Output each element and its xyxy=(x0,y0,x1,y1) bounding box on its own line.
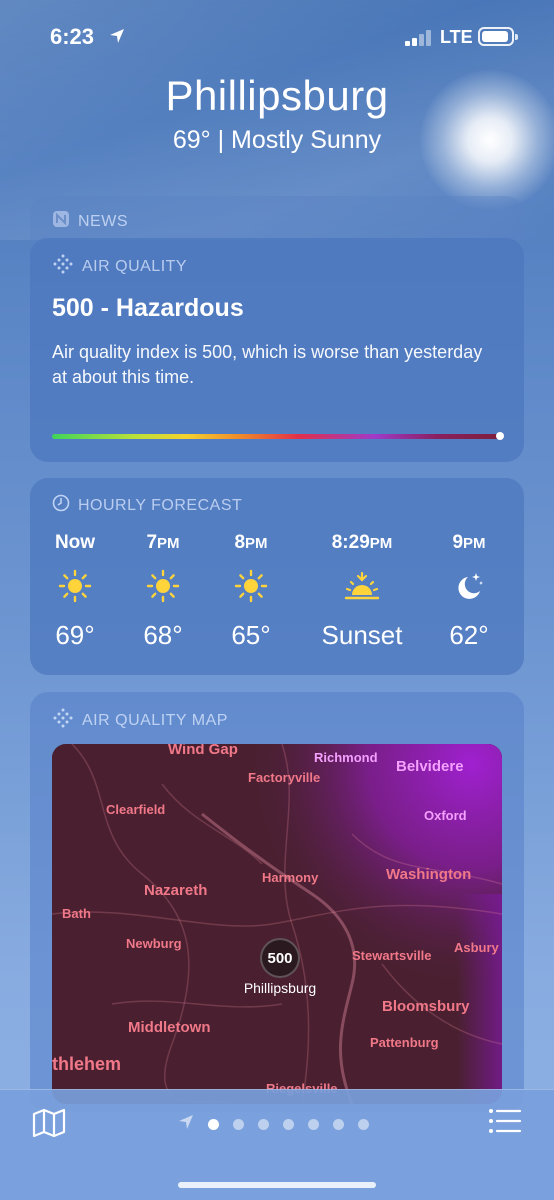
carrier-label: LTE xyxy=(440,27,473,47)
sunset-icon xyxy=(292,560,432,612)
map-town: Newburg xyxy=(126,936,182,951)
map-town: Oxford xyxy=(424,808,467,823)
map-town: thlehem xyxy=(52,1054,122,1074)
map-town: Bloomsbury xyxy=(382,998,470,1015)
map-town: Pattenburg xyxy=(370,1035,439,1050)
hourly-forecast-card[interactable]: HOURLY FORECAST Now 69° 7PM 68° 8PM 65° … xyxy=(30,478,524,675)
hour-item-sunset: 8:29PM Sunset xyxy=(292,530,432,651)
city-name: Phillipsburg xyxy=(165,72,389,119)
bottom-toolbar xyxy=(0,1089,554,1200)
map-town: Richmond xyxy=(314,750,378,765)
map-town: Factoryville xyxy=(248,770,321,785)
hourly-list: Now 69° 7PM 68° 8PM 65° 8:29PM Sunset 9P… xyxy=(30,530,524,660)
current-conditions: 69° | Mostly Sunny xyxy=(172,126,382,154)
map-button[interactable] xyxy=(32,1108,66,1143)
hour-temp: 65° xyxy=(231,620,271,650)
map-icon xyxy=(32,1108,66,1142)
page-dot[interactable] xyxy=(233,1119,244,1130)
hour-time: 8PM xyxy=(234,532,268,553)
air-quality-icon xyxy=(52,708,74,733)
hour-time: 9PM xyxy=(452,532,486,553)
page-dot[interactable] xyxy=(208,1119,219,1130)
page-dot[interactable] xyxy=(333,1119,344,1130)
news-header: NEWS xyxy=(52,210,128,233)
air-quality-icon xyxy=(52,254,74,279)
air-quality-map[interactable]: Wind Gap Richmond Belvidere Factoryville… xyxy=(52,744,502,1104)
location-list-button[interactable] xyxy=(488,1108,522,1139)
hour-temp: Sunset xyxy=(321,620,403,650)
news-label: NEWS xyxy=(78,212,128,230)
map-town: Harmony xyxy=(262,870,319,885)
moon-stars-icon xyxy=(414,560,524,612)
page-dot[interactable] xyxy=(258,1119,269,1130)
air-quality-map-label: AIR QUALITY MAP xyxy=(82,711,228,729)
hour-time: 8:29PM xyxy=(331,532,393,553)
air-quality-header: AIR QUALITY xyxy=(52,254,187,279)
clock-icon xyxy=(52,494,70,517)
location-arrow-icon xyxy=(178,1114,194,1135)
page-dot[interactable] xyxy=(308,1119,319,1130)
map-town: Asbury xyxy=(454,940,499,955)
hourly-forecast-header: HOURLY FORECAST xyxy=(52,494,242,517)
air-quality-description: Air quality index is 500, which is worse… xyxy=(52,342,483,387)
page-dot[interactable] xyxy=(283,1119,294,1130)
map-town: Stewartsville xyxy=(352,948,432,963)
air-quality-card[interactable]: AIR QUALITY 500 - Hazardous Air quality … xyxy=(30,238,524,462)
aqi-marker-label: Phillipsburg xyxy=(243,980,317,996)
air-quality-scale-bar xyxy=(52,434,500,439)
air-quality-value: 500 - Hazardous xyxy=(52,294,244,322)
hour-item-8pm: 8PM 65° xyxy=(196,530,306,651)
air-quality-map-header: AIR QUALITY MAP xyxy=(52,708,228,733)
map-background xyxy=(52,744,502,1104)
list-icon xyxy=(488,1109,522,1138)
air-quality-map-card[interactable]: AIR QUALITY MAP Wind Gap Richmond Belvid… xyxy=(30,692,524,1112)
map-town: Wind Gap xyxy=(168,744,238,758)
home-indicator xyxy=(178,1182,376,1188)
air-quality-label: AIR QUALITY xyxy=(82,257,188,275)
page-dot[interactable] xyxy=(358,1119,369,1130)
map-town: Clearfield xyxy=(106,802,166,817)
location-arrow-icon xyxy=(108,27,126,50)
signal-icon xyxy=(405,30,433,51)
map-town: Washington xyxy=(386,866,472,883)
air-quality-indicator xyxy=(496,432,504,440)
hourly-forecast-label: HOURLY FORECAST xyxy=(78,496,243,514)
news-icon xyxy=(52,210,70,233)
map-town: Middletown xyxy=(128,1019,211,1036)
map-town: Bath xyxy=(62,906,91,921)
battery-icon xyxy=(478,27,518,46)
aqi-marker[interactable]: 500 xyxy=(260,938,300,978)
map-town: Belvidere xyxy=(396,758,464,775)
hour-item-9pm: 9PM 62° xyxy=(414,530,524,651)
status-bar: 6:23 LTE xyxy=(0,0,554,76)
sun-icon xyxy=(196,560,306,612)
hour-temp: 62° xyxy=(449,620,489,650)
page-indicator[interactable] xyxy=(178,1114,369,1135)
map-town: Nazareth xyxy=(144,882,208,899)
status-time: 6:23 xyxy=(50,24,95,49)
